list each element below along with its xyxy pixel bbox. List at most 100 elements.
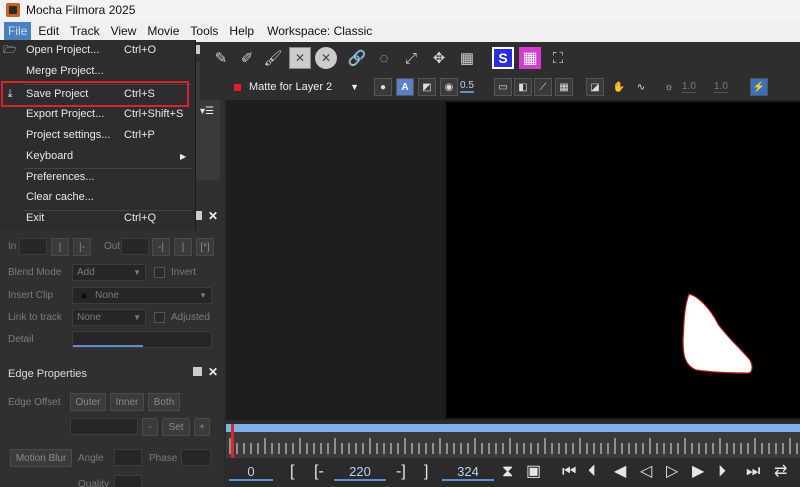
fit-view-icon[interactable]: ⛶ xyxy=(547,47,569,69)
link-icon[interactable]: 🔗 xyxy=(346,47,368,69)
set-in-bracket-button[interactable]: [ xyxy=(290,462,294,482)
mattes-icon[interactable]: ◧ xyxy=(514,78,532,96)
quality-field[interactable] xyxy=(114,475,142,487)
prev-keyframe-icon[interactable]: ⏴ xyxy=(588,462,596,482)
menu-item-export-project[interactable]: Export Project... Ctrl+Shift+S xyxy=(0,104,196,124)
menu-item-project-settings[interactable]: Project settings... Ctrl+P xyxy=(0,125,196,145)
view-grid-icon[interactable]: ▦ xyxy=(555,78,573,96)
goto-end-icon[interactable]: ⏭ xyxy=(746,462,760,482)
angle-field[interactable] xyxy=(114,449,142,466)
out-frame-field[interactable]: 324 xyxy=(442,463,494,481)
menu-movie[interactable]: Movie xyxy=(143,22,183,40)
link-to-track-select[interactable]: None ▼ xyxy=(72,309,146,326)
menu-view[interactable]: View xyxy=(107,22,141,40)
rect-x-icon[interactable]: ✕ xyxy=(289,47,311,69)
layer-select[interactable]: Matte for Layer 2 ▼ xyxy=(228,78,363,96)
scale-icon[interactable]: ⤢ xyxy=(400,47,422,69)
viewer-canvas[interactable] xyxy=(446,102,800,418)
decrement-button[interactable]: - xyxy=(142,418,158,436)
close-icon[interactable]: ✕ xyxy=(208,210,218,222)
timeline-range-bar[interactable] xyxy=(226,424,800,432)
blend-mode-select[interactable]: Add ▼ xyxy=(72,264,146,281)
surface-s-icon[interactable]: S xyxy=(492,47,514,69)
play-backward-icon[interactable]: ◀ xyxy=(614,462,626,482)
circle-x-icon[interactable]: ✕ xyxy=(315,47,337,69)
menu-item-clear-cache[interactable]: Clear cache... xyxy=(0,187,196,207)
set-button[interactable]: Set xyxy=(162,418,190,436)
panel-menu-icon[interactable]: ▾☰ xyxy=(200,106,214,117)
download-icon: ⤓ xyxy=(7,87,13,100)
close-icon[interactable]: ✕ xyxy=(208,366,218,378)
timeline-ruler[interactable] xyxy=(226,432,800,458)
menu-item-open-project[interactable]: 🗁 Open Project... Ctrl+O xyxy=(0,40,196,60)
edge-offset-field[interactable] xyxy=(70,418,138,435)
loop-icon[interactable]: ⇄ xyxy=(774,462,787,482)
opacity-value[interactable]: 0.5 xyxy=(460,80,474,93)
menu-item-label: Exit xyxy=(26,212,45,224)
menu-item-exit[interactable]: Exit Ctrl+Q xyxy=(0,208,196,228)
lightning-icon[interactable]: ⚡ xyxy=(750,78,768,96)
current-frame-field[interactable]: 0 xyxy=(229,463,273,481)
adjusted-label: Adjusted xyxy=(171,312,210,323)
out-field[interactable] xyxy=(121,238,149,255)
exposure-value[interactable]: 1.0 xyxy=(714,81,728,93)
set-out-button[interactable]: | xyxy=(174,238,192,256)
step-back-icon[interactable]: ◁ xyxy=(640,462,652,482)
ellipse-select-icon[interactable]: ◌ xyxy=(373,47,395,69)
next-keyframe-icon[interactable]: ⏵ xyxy=(718,462,726,482)
menu-item-save-project[interactable]: ⤓ Save Project Ctrl+S xyxy=(0,84,196,104)
goto-in-button[interactable]: |- xyxy=(73,238,91,256)
menu-help[interactable]: Help xyxy=(225,22,258,40)
step-forward-icon[interactable]: ▷ xyxy=(666,462,678,482)
trim-icon[interactable]: ⧗ xyxy=(502,462,513,482)
pink-grid-icon[interactable]: ▦ xyxy=(519,47,541,69)
goto-out-point-button[interactable]: -] xyxy=(396,462,406,482)
grid-icon[interactable]: ▦ xyxy=(456,47,478,69)
inner-button[interactable]: Inner xyxy=(110,393,144,411)
in-field[interactable] xyxy=(19,238,47,255)
gamma-value[interactable]: 1.0 xyxy=(682,81,696,93)
matte-color-icon[interactable]: ◉ xyxy=(440,78,458,96)
motion-blur-button[interactable]: Motion Blur xyxy=(10,449,72,467)
create-xspline-icon[interactable]: ✎ xyxy=(210,47,232,69)
tracks-icon[interactable]: ⟋ xyxy=(534,78,552,96)
both-button[interactable]: Both xyxy=(148,393,180,411)
add-point-icon[interactable]: ✐ xyxy=(236,47,258,69)
increment-button[interactable]: + xyxy=(194,418,210,436)
menu-item-keyboard[interactable]: Keyboard ▶ xyxy=(0,146,196,166)
playhead[interactable] xyxy=(231,424,234,458)
goto-in-point-button[interactable]: [- xyxy=(314,462,324,482)
clear-inout-button[interactable]: [*] xyxy=(196,238,214,256)
curve-icon[interactable]: ∿ xyxy=(632,78,650,96)
goto-start-icon[interactable]: ⏮ xyxy=(562,462,576,482)
move-icon[interactable]: ✥ xyxy=(428,47,450,69)
rgb-channels-icon[interactable]: ● xyxy=(374,78,392,96)
set-in-button[interactable]: | xyxy=(51,238,69,256)
menu-item-preferences[interactable]: Preferences... xyxy=(0,167,196,187)
monitor-icon[interactable]: ▭ xyxy=(494,78,512,96)
float-icon[interactable] xyxy=(192,367,202,376)
adjusted-checkbox[interactable] xyxy=(154,312,165,323)
menu-tools[interactable]: Tools xyxy=(186,22,222,40)
menu-edit[interactable]: Edit xyxy=(34,22,63,40)
stabilize-icon[interactable]: ◪ xyxy=(586,78,604,96)
insert-clip-select[interactable]: None ▼ xyxy=(72,287,212,304)
play-forward-icon[interactable]: ▶ xyxy=(692,462,704,482)
menu-item-merge-project[interactable]: Merge Project... xyxy=(0,61,196,81)
goto-out-button[interactable]: -| xyxy=(152,238,170,256)
brush-icon[interactable]: 🖌 xyxy=(262,47,284,69)
set-out-bracket-button[interactable]: ] xyxy=(424,462,428,482)
phase-field[interactable] xyxy=(181,449,211,466)
menu-track[interactable]: Track xyxy=(66,22,104,40)
invert-checkbox[interactable] xyxy=(154,267,165,278)
workspace-label[interactable]: Workspace: Classic xyxy=(263,22,376,40)
film-strip-icon[interactable]: ▣ xyxy=(526,462,541,482)
detail-slider[interactable] xyxy=(72,331,212,348)
menu-file[interactable]: File xyxy=(4,22,32,40)
overlay-icon[interactable]: ◩ xyxy=(418,78,436,96)
alpha-icon[interactable]: A xyxy=(396,78,414,96)
in-frame-field[interactable]: 220 xyxy=(334,463,386,481)
outer-button[interactable]: Outer xyxy=(70,393,106,411)
pan-hand-icon[interactable]: ✋ xyxy=(610,78,628,96)
brightness-icon[interactable]: ☼ xyxy=(660,78,678,96)
